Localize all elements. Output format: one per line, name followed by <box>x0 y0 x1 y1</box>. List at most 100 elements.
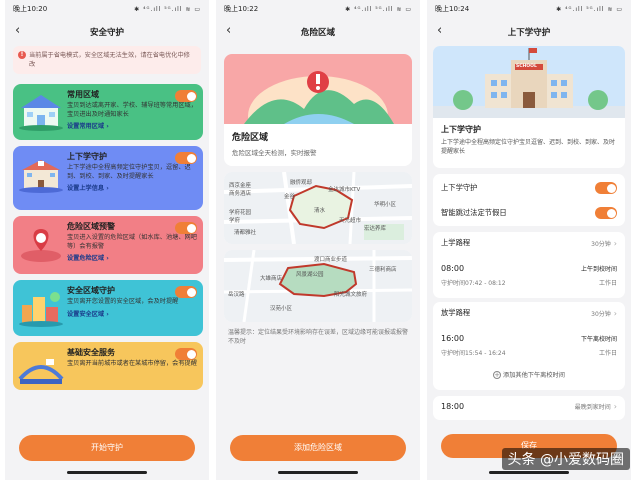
leave-school-card[interactable]: 放学路程 30分钟 › 16:00 下午离校时间 守护时间15:54 - 16:2… <box>433 302 625 390</box>
page-title: 安全守护 <box>89 28 124 38</box>
card-link[interactable]: 设置危险区域 › <box>67 253 197 262</box>
hero-desc: 上下学途中全程高频定位守护宝贝逗留、迟到、到校、到家、及时提醒家长 <box>441 139 616 155</box>
card-link[interactable]: 设置常用区域 › <box>67 121 197 130</box>
map-label: 融侨观邸 <box>290 180 313 186</box>
back-arrow-icon[interactable]: ‹ <box>437 23 442 38</box>
map-label: 学府花园 <box>229 210 252 216</box>
school-sign-text: SCHOOL <box>516 64 537 69</box>
toggle-switch[interactable] <box>175 152 197 164</box>
time-value: 18:00 <box>441 402 465 411</box>
map-label: 渡口商业步道 <box>314 257 348 263</box>
toggle-switch[interactable] <box>175 90 197 102</box>
start-guard-button[interactable]: 开始守护 <box>19 435 195 461</box>
power-save-warning[interactable]: ! 当前属于省电模式，安全区域无法生效，请在省电优化中修改 <box>13 46 201 74</box>
danger-map-2[interactable]: 渡口商业步道 三德利商店 大雄商店 风景湖公园 阳光城文旅府 汉苑小区 岳汉路 <box>224 250 412 322</box>
toggle-card: 上下学守护 智能跳过法定节假日 <box>433 174 625 226</box>
toggle-switch[interactable] <box>595 182 617 194</box>
go-school-card[interactable]: 上学路程 30分钟 › 08:00 上午到校时间 守护时间07:42 - 08:1… <box>433 232 625 298</box>
card-school-guard[interactable]: 上下学守护 上下学途中全程高频定位守护宝贝，逗留、迟到、到校、到家、及时提醒家长… <box>13 146 203 210</box>
toggle-switch[interactable] <box>175 286 197 298</box>
card-common-area[interactable]: 常用区域 宝贝到达或离开家、学校、辅导班等常用区域，宝贝进出及时通知家长 设置常… <box>13 84 203 140</box>
card-desc: 宝贝进入设置的危险区域（如水库、池塘、网吧等）会有报警 <box>67 234 197 250</box>
school-guard-toggle-row[interactable]: 上下学守护 <box>441 179 617 197</box>
card-danger-area[interactable]: 危险区域预警 宝贝进入设置的危险区域（如水库、池塘、网吧等）会有报警 设置危险区… <box>13 216 203 274</box>
map-label: 风景湖公园 <box>296 272 324 278</box>
day-type: 工作日 <box>598 350 617 357</box>
school-illustration <box>433 46 625 118</box>
time-value: 16:00 <box>441 334 465 343</box>
card-desc: 宝贝离开当前城市或者在某城市停留，会有提醒 <box>67 360 197 367</box>
add-leave-time-label: 添加其他下午离校时间 <box>503 372 565 379</box>
guard-range: 守护时间07:42 - 08:12 <box>441 280 506 287</box>
card-desc: 宝贝离开您设置的安全区域，会及时提醒 <box>67 298 179 305</box>
toggle-switch[interactable] <box>175 348 197 360</box>
status-icons: ✱ ⁴ᴳ.ıll ⁵ᴳ.ıll ≋ ▭ <box>556 5 623 13</box>
map-label: 清都雅社 <box>234 230 257 236</box>
card-basic-service[interactable]: 基础安全服务 宝贝离开当前城市或者在某城市停留，会有提醒 <box>13 342 203 390</box>
danger-pin-icon <box>21 229 61 262</box>
map-label: 金谷 <box>284 194 296 200</box>
leave-school-time-row[interactable]: 16:00 下午离校时间 <box>441 334 617 343</box>
card-link[interactable]: 设置安全区域 › <box>67 309 197 318</box>
duration: 30分钟 <box>591 240 611 248</box>
status-time: 晚上10:24 <box>435 5 470 13</box>
home-indicator <box>278 471 358 474</box>
hero-title: 上下学守护 <box>441 125 481 134</box>
status-bar: 晚上10:24 ✱ ⁴ᴳ.ıll ⁵ᴳ.ıll ≋ ▭ <box>427 0 631 18</box>
map-label: 金达城市KTV <box>328 187 361 193</box>
plus-icon: + <box>493 371 502 379</box>
add-leave-time-button[interactable]: + 添加其他下午离校时间 <box>433 370 625 379</box>
section-title: 上学路程 <box>441 238 471 247</box>
status-icons: ✱ ⁴ᴳ.ıll ⁵ᴳ.ıll ≋ ▭ <box>134 5 201 13</box>
danger-map-1[interactable]: 融侨观邸 西京金座 商务酒店 学府花园 金谷 清水 金达城市KTV 天元超市 清… <box>224 172 412 244</box>
go-school-range-row: 守护时间07:42 - 08:12 工作日 <box>441 278 617 287</box>
danger-hero-card: 危险区域 危险区域全天检测，实时报警 <box>224 54 412 166</box>
map-label: 华明小区 <box>374 202 397 208</box>
duration: 30分钟 <box>591 310 611 318</box>
map-label: 汉苑小区 <box>270 306 293 312</box>
hero-desc: 危险区域全天检测，实时报警 <box>232 149 317 157</box>
map-label: 西京金座 <box>229 183 252 189</box>
status-icons: ✱ ⁴ᴳ.ıll ⁵ᴳ.ıll ≋ ▭ <box>345 5 412 13</box>
home-indicator <box>489 471 569 474</box>
card-desc: 上下学途中全程高频定位守护宝贝，逗留、迟到、到校、到家、及时提醒家长 <box>67 164 191 180</box>
map-label: 岳汉路 <box>228 292 245 298</box>
home-time-card[interactable]: 18:00 最晚到家时间 › <box>433 396 625 420</box>
map-label: 阳光城文旅府 <box>334 292 368 298</box>
nav-bar: ‹ 安全守护 <box>5 18 209 46</box>
home-indicator <box>67 471 147 474</box>
back-arrow-icon[interactable]: ‹ <box>15 23 20 38</box>
leave-school-header[interactable]: 放学路程 30分钟 › <box>441 308 617 318</box>
tip-note: 温馨提示：定位结果受环境影响存在误差，区域边缘可能误报或报警不及时 <box>228 329 409 345</box>
card-safe-area[interactable]: 安全区域守护 宝贝离开您设置的安全区域，会及时提醒 设置安全区域 › <box>13 280 203 336</box>
map-label: 清水 <box>314 208 326 214</box>
chevron-right-icon: › <box>613 308 617 318</box>
hero-title: 危险区域 <box>232 133 269 143</box>
add-danger-area-button[interactable]: 添加危险区域 <box>230 435 406 461</box>
card-desc: 宝贝到达或离开家、学校、辅导班等常用区域，宝贝进出及时通知家长 <box>67 102 197 118</box>
warning-text: 当前属于省电模式，安全区域无法生效，请在省电优化中修改 <box>29 52 190 68</box>
page-title: 危险区域 <box>300 28 335 38</box>
toggle-switch[interactable] <box>595 207 617 219</box>
home-time-row[interactable]: 18:00 最晚到家时间 › <box>441 402 617 411</box>
school-hero-card: SCHOOL 上下学守护 上下学途中全程高频定位守护宝贝逗留、迟到、到校、到家、… <box>433 46 625 168</box>
back-arrow-icon[interactable]: ‹ <box>226 23 231 38</box>
time-value: 08:00 <box>441 264 465 273</box>
go-school-time-row[interactable]: 08:00 上午到校时间 <box>441 264 617 273</box>
screen-danger-area: 晚上10:22 ✱ ⁴ᴳ.ıll ⁵ᴳ.ıll ≋ ▭ ‹ 危险区域 危险区域 … <box>216 0 420 480</box>
city-icon <box>19 292 63 327</box>
page-title: 上下学守护 <box>507 28 551 38</box>
chevron-right-icon: › <box>613 238 617 248</box>
map-label: 学府 <box>229 218 241 224</box>
guard-range: 守护时间15:54 - 16:24 <box>441 350 506 357</box>
home-time-label: 最晚到家时间 <box>574 404 611 411</box>
time-type: 下午离校时间 <box>580 336 617 343</box>
go-school-header[interactable]: 上学路程 30分钟 › <box>441 238 617 248</box>
skip-holiday-toggle-row[interactable]: 智能跳过法定节假日 <box>441 204 617 222</box>
house-icon <box>19 95 63 131</box>
map-label: 天元超市 <box>339 218 362 224</box>
card-link[interactable]: 设置上学信息 › <box>67 183 197 192</box>
status-time: 晚上10:20 <box>13 5 48 13</box>
toggle-switch[interactable] <box>175 222 197 234</box>
nav-bar: ‹ 危险区域 <box>216 18 420 46</box>
